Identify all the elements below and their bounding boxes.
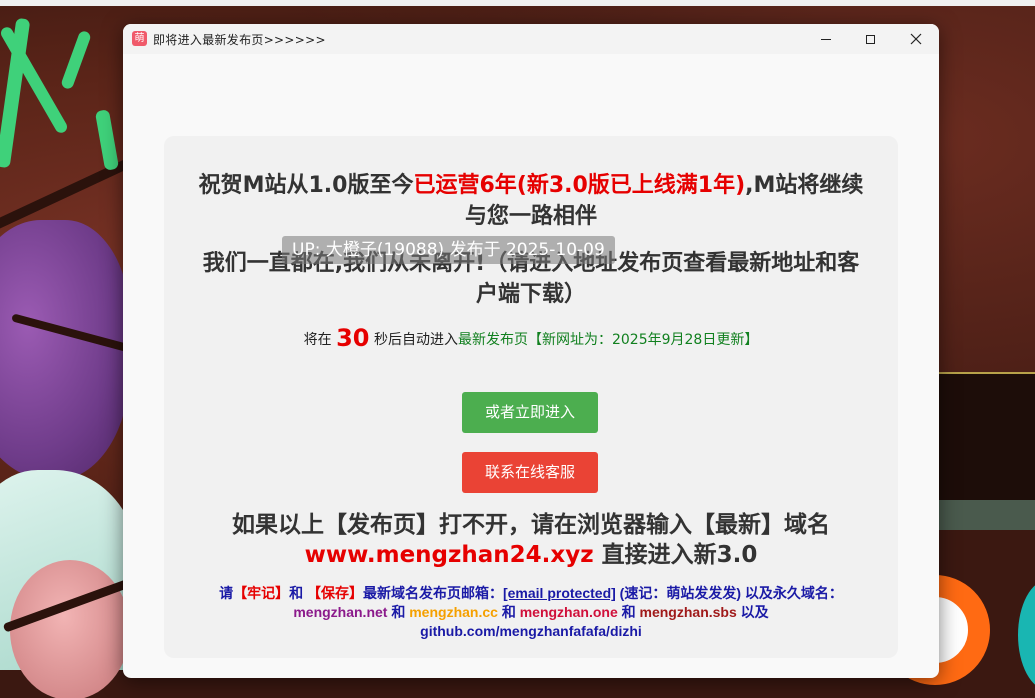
artwork-character-skin xyxy=(10,560,130,698)
info-prefix: 请 xyxy=(219,585,234,601)
announcement-panel: 祝贺M站从1.0版至今已运营6年(新3.0版已上线满1年),M站将继续与您一路相… xyxy=(164,136,898,658)
github-link[interactable]: github.com/mengzhanfafafa/dizhi xyxy=(420,623,642,639)
fallback-line2: www.mengzhan24.xyz 直接进入新3.0 xyxy=(164,540,898,570)
email-link[interactable]: [email protected] xyxy=(503,585,616,601)
info-and-3: 和 xyxy=(497,604,520,620)
fallback-instructions: 如果以上【发布页】打不开，请在浏览器输入【最新】域名 www.mengzhan2… xyxy=(164,510,898,570)
domain-info-block: 请【牢记】和 【保存】最新域名发布页邮箱：[email protected] (… xyxy=(200,584,862,641)
domain-link-sbs[interactable]: mengzhan.sbs xyxy=(640,604,737,620)
info-remember: 【牢记】 xyxy=(233,585,290,601)
fallback-domain-link[interactable]: www.mengzhan24.xyz xyxy=(305,542,594,568)
anniversary-headline: 祝贺M站从1.0版至今已运营6年(新3.0版已上线满1年),M站将继续与您一路相… xyxy=(194,170,868,232)
artwork-strip xyxy=(939,500,1035,530)
info-and-also: 以及 xyxy=(736,604,769,620)
minimize-button[interactable] xyxy=(803,24,849,54)
browser-popup-window: 萌 即将进入最新发布页>>>>>> 祝贺M站从1.0版至今已运营6年(新3.0版… xyxy=(123,24,939,678)
contact-service-button[interactable]: 联系在线客服 xyxy=(462,452,598,493)
minimize-icon xyxy=(821,38,831,40)
info-mnemonic: (速记：萌站发发发) 以及永久域名： xyxy=(615,585,843,601)
countdown-suffix: 秒后自动进入 xyxy=(373,332,458,348)
info-and-2: 和 xyxy=(387,604,410,620)
artwork-character-hair xyxy=(0,220,130,480)
artwork-dark-panel xyxy=(939,372,1035,504)
info-mailbox-label: 最新域名发布页邮箱： xyxy=(362,585,503,601)
close-icon xyxy=(910,33,922,45)
domain-link-cc[interactable]: mengzhan.cc xyxy=(409,604,498,620)
title-bar[interactable]: 萌 即将进入最新发布页>>>>>> xyxy=(123,24,939,54)
headline-text: 祝贺M站从1.0版至今 xyxy=(198,173,414,198)
uploader-badge: UP: 大橙子(19088) 发布于 2025-10-09 xyxy=(282,236,615,264)
app-icon: 萌 xyxy=(132,31,147,46)
close-button[interactable] xyxy=(893,24,939,54)
countdown-line: 将在 30 秒后自动进入最新发布页【新网址为：2025年9月28日更新】 xyxy=(164,324,898,352)
info-save: 【保存】 xyxy=(306,585,363,601)
maximize-button[interactable] xyxy=(847,24,893,54)
headline-highlight: 已运营6年(新3.0版已上线满1年) xyxy=(413,173,746,198)
enter-now-button[interactable]: 或者立即进入 xyxy=(462,392,598,433)
window-title: 即将进入最新发布页>>>>>> xyxy=(153,33,326,47)
countdown-seconds: 30 xyxy=(336,324,370,352)
release-page-link[interactable]: 最新发布页【新网址为：2025年9月28日更新】 xyxy=(458,332,758,348)
info-and-4: 和 xyxy=(617,604,640,620)
domain-link-net[interactable]: mengzhan.net xyxy=(293,604,387,620)
countdown-prefix: 将在 xyxy=(303,332,332,348)
fallback-line1: 如果以上【发布页】打不开，请在浏览器输入【最新】域名 xyxy=(232,512,830,538)
maximize-icon xyxy=(865,34,875,44)
domain-link-one[interactable]: mengzhan.one xyxy=(520,604,618,620)
fallback-line2-suffix: 直接进入新3.0 xyxy=(593,542,758,568)
info-and: 和 xyxy=(289,585,307,601)
background-top-strip xyxy=(0,0,1035,6)
